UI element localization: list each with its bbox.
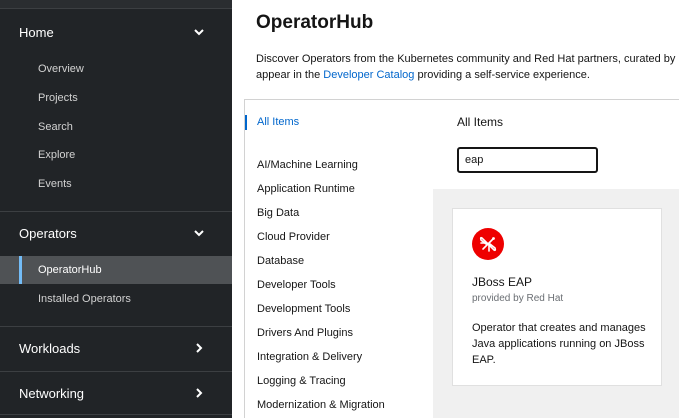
page-title: OperatorHub: [256, 12, 374, 33]
category-all-items[interactable]: All Items: [257, 116, 299, 128]
chevron-down-icon: [193, 26, 205, 38]
nav-item-search-label: Search: [38, 121, 73, 133]
nav-item-projects-label: Projects: [38, 92, 78, 104]
category-item[interactable]: Drivers And Plugins: [257, 327, 353, 339]
category-item[interactable]: Cloud Provider: [257, 231, 330, 243]
filter-search-input[interactable]: [457, 147, 598, 173]
nav-item-installed-operators[interactable]: Installed Operators: [0, 285, 232, 313]
category-item[interactable]: Big Data: [257, 207, 299, 219]
nav-item-search[interactable]: Search: [0, 113, 232, 141]
sidebar-divider: [0, 211, 232, 212]
category-item[interactable]: Logging & Tracing: [257, 375, 346, 387]
sidebar-divider: [0, 326, 232, 327]
nav-item-projects[interactable]: Projects: [0, 84, 232, 112]
sidebar-divider: [0, 371, 232, 372]
tile-description: Operator that creates and manages Java a…: [472, 322, 646, 366]
page-description-prefix: appear in the: [256, 69, 324, 81]
category-item[interactable]: Developer Tools: [257, 279, 336, 291]
nav-item-events-label: Events: [38, 178, 72, 190]
page-description: Discover Operators from the Kubernetes c…: [256, 51, 679, 83]
category-item[interactable]: Application Runtime: [257, 183, 355, 195]
chevron-down-icon: [193, 227, 205, 239]
category-item[interactable]: Integration & Delivery: [257, 351, 362, 363]
nav-section-home-label: Home: [19, 24, 54, 40]
nav-section-home[interactable]: Home: [0, 20, 232, 44]
nav-section-operators-label: Operators: [19, 225, 77, 241]
sidebar-top-strip: [0, 0, 232, 9]
sidebar-divider: [0, 414, 232, 415]
category-item[interactable]: AI/Machine Learning: [257, 159, 358, 171]
nav-item-events[interactable]: Events: [0, 170, 232, 198]
developer-catalog-link[interactable]: Developer Catalog: [323, 69, 414, 81]
nav-item-overview[interactable]: Overview: [0, 55, 232, 83]
nav-section-workloads-label: Workloads: [19, 340, 81, 356]
active-category-indicator: [245, 115, 247, 130]
sidebar: Home Overview Projects Search Explore Ev…: [0, 0, 232, 418]
chevron-right-icon: [193, 387, 205, 399]
nav-section-workloads[interactable]: Workloads: [0, 336, 232, 360]
tile-title: JBoss EAP: [472, 275, 533, 289]
page-description-line-1: Discover Operators from the Kubernetes c…: [256, 53, 676, 65]
category-item[interactable]: Modernization & Migration: [257, 399, 385, 411]
nav-section-networking[interactable]: Networking: [0, 381, 232, 405]
page-description-line-2: appear in the Developer Catalog providin…: [256, 67, 679, 83]
items-heading: All Items: [457, 115, 504, 129]
category-item[interactable]: Database: [257, 255, 304, 267]
tile-provider: provided by Red Hat: [472, 293, 564, 304]
nav-section-operators[interactable]: Operators: [0, 221, 232, 245]
operator-tile-jboss-eap[interactable]: JBoss EAP provided by Red Hat Operator t…: [452, 208, 662, 386]
jboss-dragonfly-icon: [472, 228, 504, 260]
main-content: OperatorHub Discover Operators from the …: [232, 0, 679, 418]
nav-item-explore[interactable]: Explore: [0, 141, 232, 169]
nav-item-operatorhub[interactable]: OperatorHub: [0, 256, 232, 284]
nav-item-overview-label: Overview: [38, 63, 84, 75]
nav-item-explore-label: Explore: [38, 149, 76, 161]
nav-item-operatorhub-label: OperatorHub: [38, 264, 102, 276]
category-item[interactable]: Development Tools: [257, 303, 350, 315]
nav-item-installed-operators-label: Installed Operators: [38, 293, 131, 305]
page-description-suffix: providing a self-service experience.: [414, 69, 590, 81]
chevron-right-icon: [193, 342, 205, 354]
nav-section-networking-label: Networking: [19, 385, 85, 401]
